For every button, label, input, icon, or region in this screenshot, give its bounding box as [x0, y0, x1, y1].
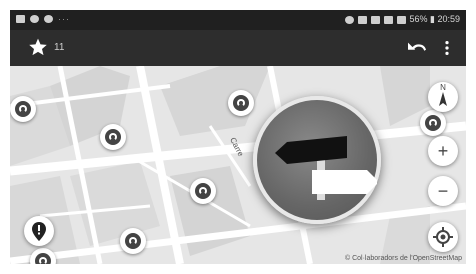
signal-icon	[396, 15, 406, 24]
compass-button[interactable]: N	[428, 82, 458, 112]
signpost-icon	[275, 136, 379, 200]
poi-marker[interactable]	[228, 90, 254, 116]
status-bar: ··· 56% ▮ 20:59	[10, 10, 466, 30]
map-view[interactable]: Carre N + − © Col·laboradors de l'OpenSt…	[10, 66, 466, 264]
status-dots: ···	[58, 14, 70, 24]
poi-marker[interactable]	[120, 228, 146, 254]
zoom-out-button[interactable]: −	[428, 176, 458, 206]
star-icon[interactable]	[28, 37, 48, 57]
cloud-icon	[44, 15, 53, 23]
poi-marker[interactable]	[190, 178, 216, 204]
undo-icon[interactable]	[406, 39, 428, 57]
gallery-icon	[16, 15, 25, 23]
location-status-icon	[344, 15, 354, 24]
more-vert-icon[interactable]	[442, 39, 452, 57]
map-attribution: © Col·laboradors de l'OpenStreetMap	[345, 255, 462, 262]
app-screen: ··· 56% ▮ 20:59 11 Carre N + − © Col·lab…	[10, 10, 466, 264]
my-location-button[interactable]	[428, 222, 458, 252]
compass-icon	[439, 92, 447, 106]
mute-icon	[370, 15, 380, 24]
battery-and-clock: 56% ▮ 20:59	[409, 14, 461, 24]
favorites-count: 11	[54, 42, 65, 53]
poi-marker[interactable]	[10, 96, 36, 122]
zoom-in-button[interactable]: +	[428, 136, 458, 166]
poi-marker[interactable]	[420, 110, 446, 136]
poi-marker[interactable]	[100, 124, 126, 150]
sync-icon	[30, 15, 39, 23]
bluetooth-icon	[357, 15, 367, 24]
my-location-icon	[433, 227, 453, 247]
wifi-icon	[383, 15, 393, 24]
app-toolbar: 11	[10, 30, 466, 66]
signpost-badge	[253, 96, 381, 224]
marker-alert-icon	[32, 222, 46, 241]
add-marker-button[interactable]	[24, 216, 54, 246]
